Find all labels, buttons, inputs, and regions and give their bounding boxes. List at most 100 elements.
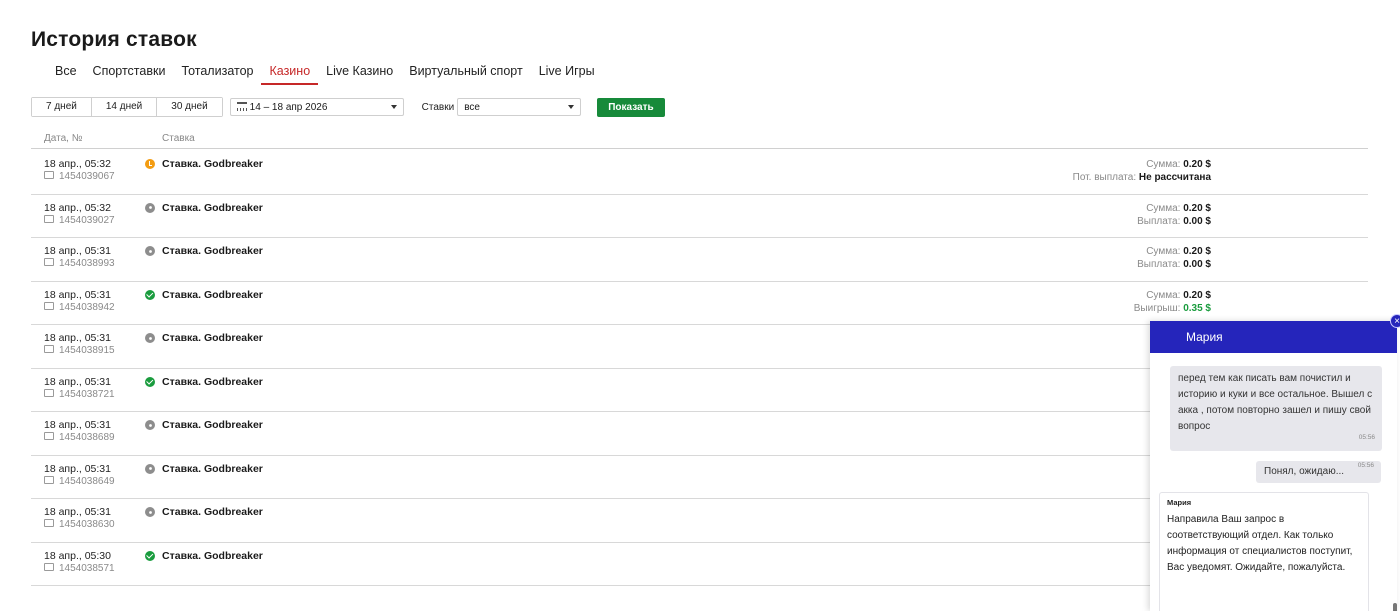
bet-id: 1454038915 bbox=[44, 345, 115, 356]
bet-date: 18 апр., 05:31 bbox=[44, 288, 111, 301]
period-14-days-button[interactable]: 14 дней bbox=[91, 98, 158, 116]
chevron-down-icon bbox=[568, 105, 575, 109]
receipt-icon bbox=[44, 301, 54, 310]
bet-date: 18 апр., 05:30 bbox=[44, 549, 111, 562]
bet-date: 18 апр., 05:31 bbox=[44, 332, 111, 344]
bet-id-text: 1454039027 bbox=[59, 214, 115, 226]
receipt-icon bbox=[44, 345, 54, 353]
column-header-bet: Ставка bbox=[162, 133, 195, 144]
bet-id: 1454039067 bbox=[44, 171, 115, 182]
bet-title: Ставка. Godbreaker bbox=[162, 288, 263, 301]
bet-title: Ставка. Godbreaker bbox=[162, 245, 263, 257]
tab-casino[interactable]: Казино bbox=[261, 64, 318, 85]
bet-title: Ставка. Godbreaker bbox=[162, 158, 263, 170]
period-30-days-button[interactable]: 30 дней bbox=[157, 98, 222, 116]
pending-clock-icon bbox=[145, 159, 155, 169]
bet-id-text: 1454038993 bbox=[59, 258, 115, 269]
result-label: Выигрыш: bbox=[1133, 302, 1181, 314]
bets-filter-label: Ставки bbox=[421, 101, 455, 113]
won-check-icon bbox=[145, 376, 155, 387]
bet-amounts: Сумма: 0.20 $ Выигрыш: 0.35 $ bbox=[1134, 289, 1211, 315]
period-group: 7 дней 14 дней 30 дней bbox=[31, 97, 223, 117]
sum-value: 0.20 $ bbox=[1183, 246, 1211, 257]
bet-date: 18 апр., 05:31 bbox=[44, 375, 111, 388]
bet-date: 18 апр., 05:31 bbox=[44, 245, 111, 257]
tab-virtual-sport[interactable]: Виртуальный спорт bbox=[401, 64, 530, 85]
show-button[interactable]: Показать bbox=[597, 97, 665, 117]
receipt-icon bbox=[44, 388, 54, 397]
lost-status-icon bbox=[145, 507, 155, 517]
bet-title: Ставка. Godbreaker bbox=[162, 375, 263, 388]
chevron-down-icon bbox=[390, 105, 397, 109]
receipt-icon bbox=[44, 519, 54, 527]
calendar-icon bbox=[236, 101, 247, 111]
tab-sports[interactable]: Спортставки bbox=[85, 64, 174, 85]
receipt-icon bbox=[44, 258, 54, 266]
message-text: Понял, ожидаю... bbox=[1264, 466, 1345, 477]
tab-live-games[interactable]: Live Игры bbox=[531, 64, 603, 85]
message-text: перед тем как писать вам почистил и исто… bbox=[1178, 373, 1373, 432]
sum-value: 0.20 $ bbox=[1183, 159, 1211, 170]
receipt-icon bbox=[44, 171, 54, 179]
bet-title: Ставка. Godbreaker bbox=[162, 332, 263, 344]
bet-id: 1454039027 bbox=[44, 214, 115, 226]
bets-type-select[interactable]: все bbox=[457, 98, 582, 116]
chat-header[interactable]: Мария bbox=[1150, 321, 1397, 353]
bet-id: 1454038571 bbox=[44, 562, 115, 574]
message-time: 05:56 bbox=[1358, 434, 1375, 441]
bet-date: 18 апр., 05:31 bbox=[44, 462, 111, 475]
bet-id: 1454038721 bbox=[44, 388, 115, 400]
support-chat-widget: Мария перед тем как писать вам почистил … bbox=[1150, 321, 1397, 611]
chat-messages: перед тем как писать вам почистил и исто… bbox=[1150, 353, 1397, 611]
bet-date: 18 апр., 05:31 bbox=[44, 506, 111, 518]
bet-amounts: Сумма: 0.20 $ Пот. выплата: Не рассчитан… bbox=[1073, 158, 1211, 184]
column-header-date: Дата, № bbox=[44, 133, 83, 144]
bet-id: 1454038993 bbox=[44, 258, 115, 269]
tab-live-casino[interactable]: Live Казино bbox=[318, 64, 401, 85]
bet-id-text: 1454038571 bbox=[59, 562, 115, 574]
bet-id: 1454038649 bbox=[44, 475, 115, 487]
bet-id-text: 1454038721 bbox=[59, 388, 115, 400]
result-value: 0.00 $ bbox=[1183, 215, 1211, 227]
close-icon[interactable]: × bbox=[1390, 314, 1400, 328]
sum-label: Сумма: bbox=[1146, 202, 1181, 214]
page-title: История ставок bbox=[31, 28, 197, 51]
sum-label: Сумма: bbox=[1146, 289, 1181, 301]
message-author: Мария bbox=[1167, 498, 1192, 507]
lost-status-icon bbox=[145, 246, 155, 256]
filters-bar: 7 дней 14 дней 30 дней 14 – 18 апр 2026 … bbox=[31, 97, 665, 117]
bet-amounts: Сумма: 0.20 $ Выплата: 0.00 $ bbox=[1137, 245, 1211, 271]
category-tabs: Все Спортставки Тотализатор Казино Live … bbox=[47, 64, 603, 85]
receipt-icon bbox=[44, 475, 54, 484]
bet-title: Ставка. Godbreaker bbox=[162, 201, 263, 214]
receipt-icon bbox=[44, 562, 54, 571]
message-text: Направила Ваш запрос в соответствующий о… bbox=[1167, 514, 1353, 573]
table-row[interactable]: 18 апр., 05:32 1454039027 Ставка. Godbre… bbox=[31, 195, 1368, 238]
table-row[interactable]: 18 апр., 05:31 1454038993 Ставка. Godbre… bbox=[31, 238, 1368, 282]
sum-value: 0.20 $ bbox=[1183, 289, 1211, 301]
chat-message-user: Понял, ожидаю... 05:56 bbox=[1256, 461, 1381, 483]
sum-value: 0.20 $ bbox=[1183, 202, 1211, 214]
result-label: Выплата: bbox=[1137, 259, 1181, 270]
table-row[interactable]: 18 апр., 05:31 1454038942 Ставка. Godbre… bbox=[31, 282, 1368, 325]
bet-id-text: 1454038630 bbox=[59, 519, 115, 530]
won-check-icon bbox=[145, 289, 155, 300]
date-range-value: 14 – 18 апр 2026 bbox=[236, 101, 328, 113]
period-7-days-button[interactable]: 7 дней bbox=[32, 98, 92, 116]
result-value: Не рассчитана bbox=[1138, 172, 1211, 183]
chat-message-agent: Мария Направила Ваш запрос в соответству… bbox=[1159, 492, 1369, 611]
tab-all[interactable]: Все bbox=[47, 64, 85, 85]
sum-label: Сумма: bbox=[1146, 159, 1181, 170]
bet-id: 1454038630 bbox=[44, 519, 115, 530]
receipt-icon bbox=[44, 432, 54, 440]
date-range-select[interactable]: 14 – 18 апр 2026 bbox=[229, 98, 404, 116]
bet-id-text: 1454038689 bbox=[59, 432, 115, 443]
bet-title: Ставка. Godbreaker bbox=[162, 462, 263, 475]
chat-scrollbar[interactable] bbox=[1393, 603, 1397, 611]
result-value: 0.35 $ bbox=[1183, 302, 1211, 314]
bet-id-text: 1454038649 bbox=[59, 475, 115, 487]
table-row[interactable]: 18 апр., 05:32 1454039067 Ставка. Godbre… bbox=[31, 151, 1368, 195]
tab-totalizator[interactable]: Тотализатор bbox=[173, 64, 261, 85]
date-range-text: 14 – 18 апр 2026 bbox=[249, 101, 328, 113]
bet-date: 18 апр., 05:32 bbox=[44, 158, 111, 170]
